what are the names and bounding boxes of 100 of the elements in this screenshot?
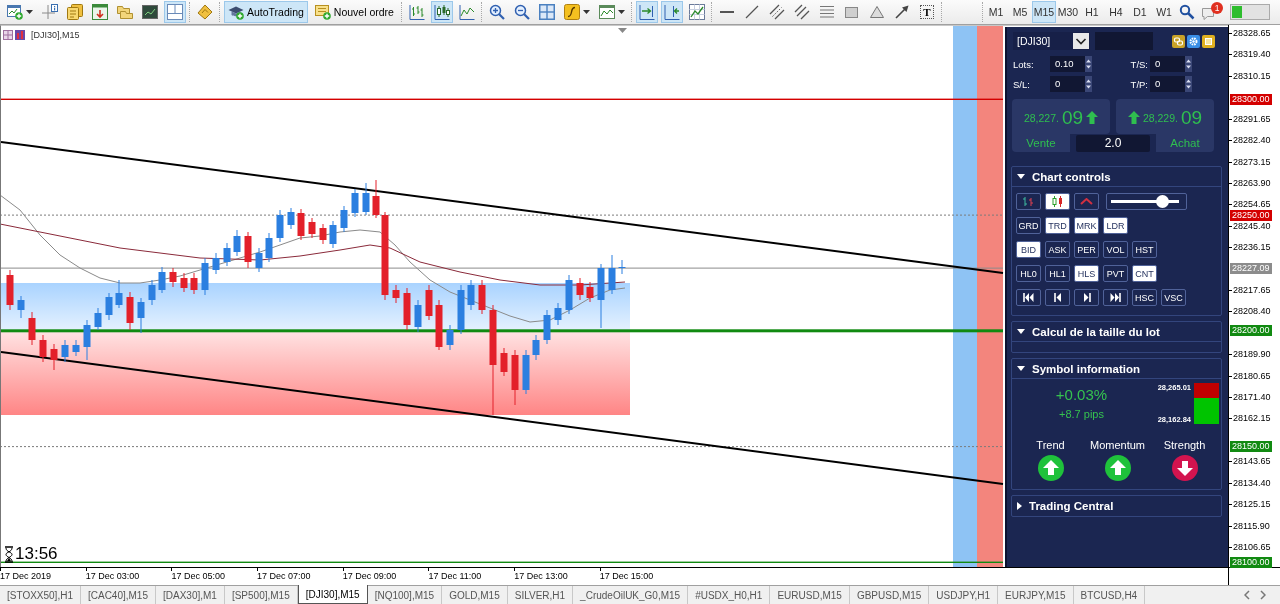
price-axis-label: 28245.40 [1229, 220, 1271, 231]
spinner-icon[interactable] [1185, 56, 1192, 72]
section-header[interactable]: Chart controls [1012, 167, 1221, 187]
toggle-button[interactable]: TRD [1045, 217, 1070, 234]
first-button[interactable] [1016, 289, 1041, 306]
number-field[interactable]: 0 [1150, 76, 1185, 92]
candle [308, 217, 316, 239]
chart-tab[interactable]: SILVER,H1 [507, 586, 574, 604]
section-header[interactable]: Trading Central [1012, 496, 1221, 516]
candle [597, 263, 605, 329]
buy-price-button[interactable]: 28,229.09 [1116, 99, 1214, 134]
settings-icon[interactable] [1187, 34, 1200, 48]
last-button[interactable] [1103, 289, 1128, 306]
curve-icon [563, 4, 580, 20]
new-order-button[interactable]: Nouvel ordre [310, 1, 398, 23]
notifications-button[interactable]: 1 [1198, 1, 1224, 23]
field-label: T/S: [1130, 58, 1148, 70]
number-field[interactable]: 0 [1150, 56, 1185, 72]
text-tool-button[interactable]: T [915, 1, 938, 23]
toggle-button[interactable]: BID [1016, 241, 1041, 258]
toggle-button[interactable]: PVT [1103, 265, 1128, 282]
timeframe-button[interactable]: W1 [1152, 1, 1176, 23]
notification-badge: 1 [1211, 2, 1223, 14]
chart-tab[interactable]: GOLD,M15 [442, 586, 508, 604]
time-axis-label: 17 Dec 11:00 [428, 571, 482, 581]
chart-tab[interactable]: #USDX_H0,H1 [688, 586, 771, 604]
section-header[interactable]: Calcul de la taille du lot [1012, 322, 1221, 342]
chart-tab[interactable]: BTCUSD,H4 [1073, 586, 1146, 604]
toggle-button[interactable]: HL1 [1045, 265, 1070, 282]
time-axis-label: 17 Dec 07:00 [257, 571, 311, 581]
price-axis-label: 28328.65 [1229, 28, 1271, 38]
spinner-icon[interactable] [1085, 76, 1092, 92]
time-axis-label: 17 Dec 2019 [0, 571, 52, 581]
timeframe-button[interactable]: M15 [1032, 1, 1056, 23]
candle [435, 299, 443, 351]
square-tile-icon[interactable] [1202, 34, 1215, 48]
chart-title: [DJI30],M15 [31, 30, 80, 40]
chart-tab[interactable]: GBPUSD,M15 [849, 586, 930, 604]
chart-tab[interactable]: [DAX30],M1 [156, 586, 225, 604]
candle [39, 334, 47, 363]
chevron-right-icon[interactable] [1260, 590, 1266, 600]
timeframe-button[interactable]: D1 [1128, 1, 1152, 23]
input-field[interactable] [1095, 32, 1153, 50]
sell-button[interactable]: Vente [1012, 134, 1070, 152]
timeframe-button[interactable]: H1 [1080, 1, 1104, 23]
toggle-button[interactable]: PER [1074, 241, 1099, 258]
candle [446, 324, 454, 351]
candlestick-button[interactable] [1045, 193, 1070, 210]
toggle-button[interactable]: LDR [1103, 217, 1128, 234]
price-level-label: 28300.00 [1230, 93, 1272, 105]
timeframe-button[interactable]: M5 [1008, 1, 1032, 23]
chart-tab[interactable]: [STOXX50],H1 [0, 586, 81, 604]
toggle-button[interactable]: ASK [1045, 241, 1070, 258]
toggle-button[interactable]: VOL [1103, 241, 1128, 258]
bar-chart-button[interactable] [1016, 193, 1041, 210]
line-chart-button[interactable] [1074, 193, 1099, 210]
timeframe-button[interactable]: M1 [984, 1, 1008, 23]
lot-size-field[interactable]: 2.0 [1076, 135, 1150, 152]
chart-tab[interactable]: EURJPY,M15 [998, 586, 1074, 604]
toggle-button[interactable]: HL0 [1016, 265, 1041, 282]
candle [17, 295, 25, 319]
candle [6, 269, 14, 311]
section-header[interactable]: Symbol information [1012, 359, 1221, 379]
slider-thumb[interactable] [1155, 195, 1169, 208]
chart-tab[interactable]: [DJI30],M15 [297, 585, 368, 604]
toggle-button[interactable]: HLS [1074, 265, 1099, 282]
toggle-button[interactable]: GRD [1016, 217, 1041, 234]
price-axis-label: 28273.15 [1229, 156, 1271, 167]
symbol-dropdown[interactable]: [DJI30] [1013, 32, 1090, 50]
chart-tab[interactable]: EURUSD,M15 [770, 586, 850, 604]
sell-price-button[interactable]: 28,227.09 [1012, 99, 1110, 134]
toggle-button[interactable]: CNT [1132, 265, 1157, 282]
price-axis-label: 28115.90 [1229, 520, 1270, 531]
toggle-button[interactable]: HST [1132, 241, 1157, 258]
spinner-icon[interactable] [1185, 76, 1192, 92]
previous-button[interactable] [1045, 289, 1070, 306]
price-axis-label: 28254.65 [1229, 199, 1271, 210]
timeframe-button[interactable]: M30 [1056, 1, 1080, 23]
toggle-button[interactable]: MRK [1074, 217, 1099, 234]
link-icon[interactable] [1172, 34, 1185, 48]
buy-button[interactable]: Achat [1156, 134, 1214, 152]
spinner-icon[interactable] [1085, 56, 1092, 72]
candle [255, 247, 263, 273]
number-field[interactable]: 0 [1050, 76, 1085, 92]
toggle-button[interactable]: VSC [1161, 289, 1186, 306]
chart-tab[interactable]: [CAC40],M15 [80, 586, 156, 604]
chart-tab[interactable]: USDJPY,H1 [929, 586, 999, 604]
price-level-label: 28150.00 [1230, 441, 1272, 453]
timeframe-button[interactable]: H4 [1104, 1, 1128, 23]
toggle-button[interactable]: HSC [1132, 289, 1157, 306]
chart-tab[interactable]: [NQ100],M15 [367, 586, 443, 604]
number-field[interactable]: 0.10 [1050, 56, 1085, 72]
chart-window-icon [7, 4, 23, 20]
chart-tab[interactable]: _CrudeOilUK_G0,M15 [573, 586, 689, 604]
autotrading-button[interactable]: AutoTrading [224, 1, 308, 23]
chart-tab[interactable]: [SP500],M15 [224, 586, 298, 604]
next-button[interactable] [1074, 289, 1099, 306]
zoom-slider[interactable] [1106, 193, 1187, 210]
candle-timer: 13:56 [15, 544, 58, 563]
chevron-left-icon[interactable] [1244, 590, 1250, 600]
